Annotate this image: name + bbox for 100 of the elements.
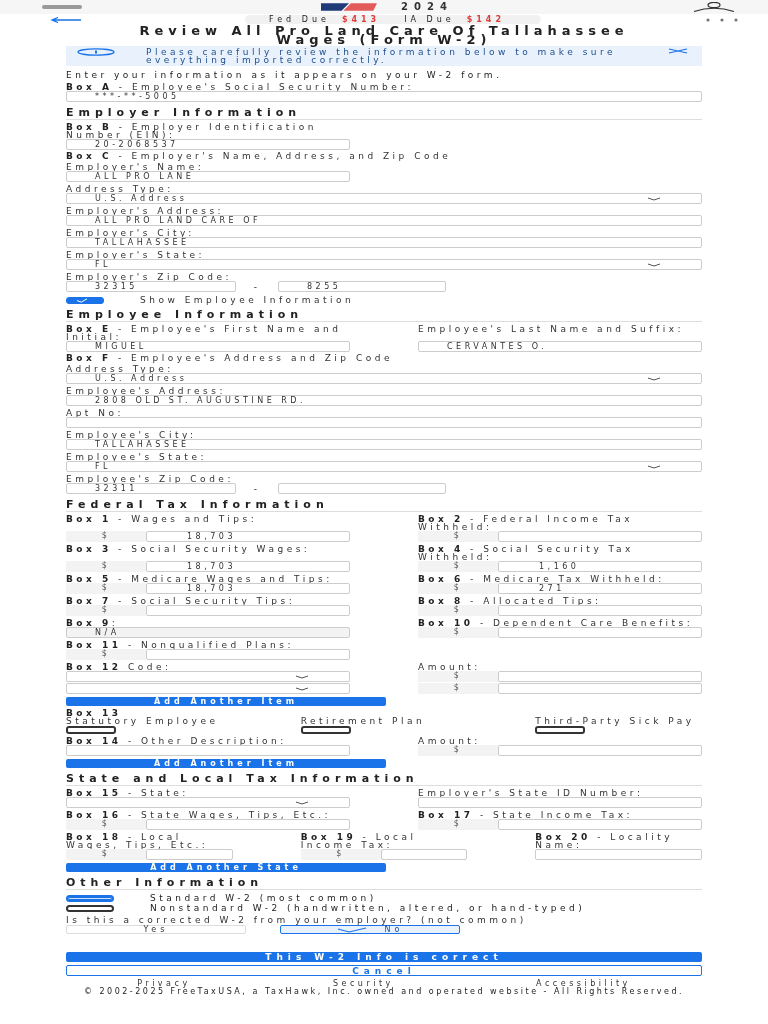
footer-link[interactable]: Accessibility bbox=[536, 980, 631, 988]
checkbox[interactable] bbox=[535, 726, 586, 734]
checkbox-label[interactable]: Show Employee Information bbox=[140, 296, 355, 304]
amount-field[interactable]: 18,703 bbox=[146, 561, 350, 572]
field-label: Employee's Last Name and Suffix: bbox=[418, 325, 686, 333]
radio-button[interactable] bbox=[66, 895, 114, 902]
section-heading: Other Information bbox=[66, 878, 702, 890]
checkbox-label[interactable]: Statutory Employee bbox=[66, 717, 233, 725]
footer-link[interactable]: Privacy bbox=[137, 980, 191, 988]
field-label: Amount: bbox=[418, 663, 482, 671]
amount-field[interactable] bbox=[498, 683, 702, 694]
add-button[interactable]: Add Another Item bbox=[66, 759, 386, 768]
amount-field[interactable]: 18,703 bbox=[146, 531, 350, 542]
add-button[interactable]: Add Another Item bbox=[66, 697, 386, 706]
zip-separator: - bbox=[252, 484, 262, 493]
checkbox-label[interactable]: Retirement Plan bbox=[300, 717, 468, 725]
cancel-button[interactable]: Cancel bbox=[66, 965, 702, 976]
text-field[interactable]: TALLAHASSEE bbox=[66, 237, 702, 248]
field-label: Employer's State: bbox=[66, 251, 207, 259]
field-label: Box 16 - State Wages, Tips, Etc.: bbox=[66, 811, 333, 819]
amount-field[interactable] bbox=[498, 627, 702, 638]
chevron-icon bbox=[647, 262, 661, 267]
text-field[interactable]: 20-2068537 bbox=[66, 139, 350, 150]
field-label: Box 15 - State: bbox=[66, 789, 190, 797]
radio-label[interactable]: Standard W-2 (most common) bbox=[150, 894, 377, 902]
text-field[interactable]: 32311 bbox=[66, 483, 236, 494]
amount-field[interactable] bbox=[146, 605, 350, 616]
amount-field[interactable] bbox=[146, 649, 350, 660]
text-field[interactable]: 32315 bbox=[66, 281, 236, 292]
user-icon[interactable] bbox=[692, 2, 736, 12]
field-label: Employee's State: bbox=[66, 453, 208, 461]
field-label: Box 6 - Medicare Tax Withheld: bbox=[418, 575, 666, 583]
amount-field[interactable] bbox=[146, 819, 350, 830]
radio-button[interactable] bbox=[66, 905, 114, 912]
amount-field[interactable]: 271 bbox=[498, 583, 702, 594]
dropdown[interactable] bbox=[66, 797, 350, 808]
choice-button[interactable]: No bbox=[280, 925, 460, 934]
field-label: Box 9: bbox=[66, 619, 120, 627]
amount-field[interactable] bbox=[498, 671, 702, 682]
field-label: Box 17 - State Income Tax: bbox=[418, 811, 635, 819]
text-field[interactable]: ALL PRO LANE bbox=[66, 171, 350, 182]
field-label: Box 11 - Nonqualified Plans: bbox=[66, 641, 295, 649]
dropdown[interactable]: FL bbox=[66, 461, 702, 472]
amount-field[interactable] bbox=[498, 745, 702, 756]
field-label: Box 18 - Local Wages, Tips, Etc.: bbox=[66, 833, 210, 849]
field-label: Box 13 bbox=[66, 709, 122, 717]
confirm-button[interactable]: This W-2 Info is correct bbox=[66, 952, 702, 962]
field-label: Employee's City: bbox=[66, 431, 198, 439]
amount-field[interactable]: 18,703 bbox=[146, 583, 350, 594]
more-icon[interactable] bbox=[704, 17, 740, 22]
footer-link[interactable]: Security bbox=[332, 980, 394, 988]
field-label: Box 1 - Wages and Tips: bbox=[66, 515, 259, 523]
zip-separator: - bbox=[252, 282, 262, 291]
field-label: Box 5 - Medicare Wages and Tips: bbox=[66, 575, 334, 583]
text-field[interactable]: 2808 OLD ST. AUGUSTINE RD. bbox=[66, 395, 702, 406]
currency-label: $ bbox=[66, 819, 146, 830]
text-field[interactable]: MIGUEL bbox=[66, 341, 350, 352]
dropdown[interactable] bbox=[66, 683, 350, 694]
field-label: Box 14 - Other Description: bbox=[66, 737, 288, 745]
text-field[interactable] bbox=[278, 483, 446, 494]
dropdown[interactable]: FL bbox=[66, 259, 702, 270]
flag-logo-icon[interactable] bbox=[321, 3, 378, 11]
text-field[interactable]: 8255 bbox=[278, 281, 446, 292]
amount-field[interactable] bbox=[498, 531, 702, 542]
amount-field[interactable] bbox=[498, 819, 702, 830]
chevron-icon bbox=[295, 800, 309, 805]
checkbox-label[interactable]: Third-Party Sick Pay bbox=[535, 717, 702, 725]
text-field[interactable] bbox=[66, 417, 702, 428]
info-icon bbox=[76, 48, 116, 56]
checkbox[interactable] bbox=[66, 726, 116, 734]
field-label: Box E - Employee's First Name and Initial: bbox=[66, 325, 343, 341]
text-field[interactable]: ALL PRO LAND CARE OF bbox=[66, 215, 702, 226]
dropdown[interactable]: U.S. Address bbox=[66, 193, 702, 204]
section-heading: State and Local Tax Information bbox=[66, 774, 702, 786]
close-icon[interactable] bbox=[668, 48, 688, 54]
add-button[interactable]: Add Another State bbox=[66, 863, 386, 872]
checkbox[interactable] bbox=[300, 726, 351, 734]
menu-icon[interactable] bbox=[42, 4, 82, 10]
currency-label: $ bbox=[418, 745, 498, 756]
checkbox[interactable] bbox=[66, 296, 104, 304]
amount-field[interactable] bbox=[146, 849, 233, 860]
text-field[interactable]: TALLAHASSEE bbox=[66, 439, 702, 450]
text-field[interactable] bbox=[535, 849, 702, 860]
currency-label: $ bbox=[66, 531, 146, 542]
currency-label: $ bbox=[418, 819, 498, 830]
dropdown[interactable] bbox=[66, 671, 350, 682]
text-field[interactable]: CERVANTES O. bbox=[418, 341, 702, 352]
amount-field[interactable] bbox=[380, 849, 468, 860]
field-label: Amount: bbox=[418, 737, 482, 745]
field-label: Employer's Name: bbox=[66, 163, 206, 171]
choice-button[interactable]: Yes bbox=[66, 925, 246, 934]
text-field[interactable]: ***-**-5005 bbox=[66, 91, 702, 102]
dropdown[interactable]: U.S. Address bbox=[66, 373, 702, 384]
chevron-icon bbox=[647, 376, 661, 381]
back-arrow-icon[interactable] bbox=[50, 16, 82, 23]
text-field[interactable] bbox=[418, 797, 702, 808]
radio-label[interactable]: Nonstandard W-2 (handwritten, altered, or hand-typed) bbox=[150, 904, 586, 912]
amount-field[interactable] bbox=[498, 605, 702, 616]
text-field[interactable] bbox=[66, 745, 350, 756]
amount-field[interactable]: 1,160 bbox=[498, 561, 702, 572]
